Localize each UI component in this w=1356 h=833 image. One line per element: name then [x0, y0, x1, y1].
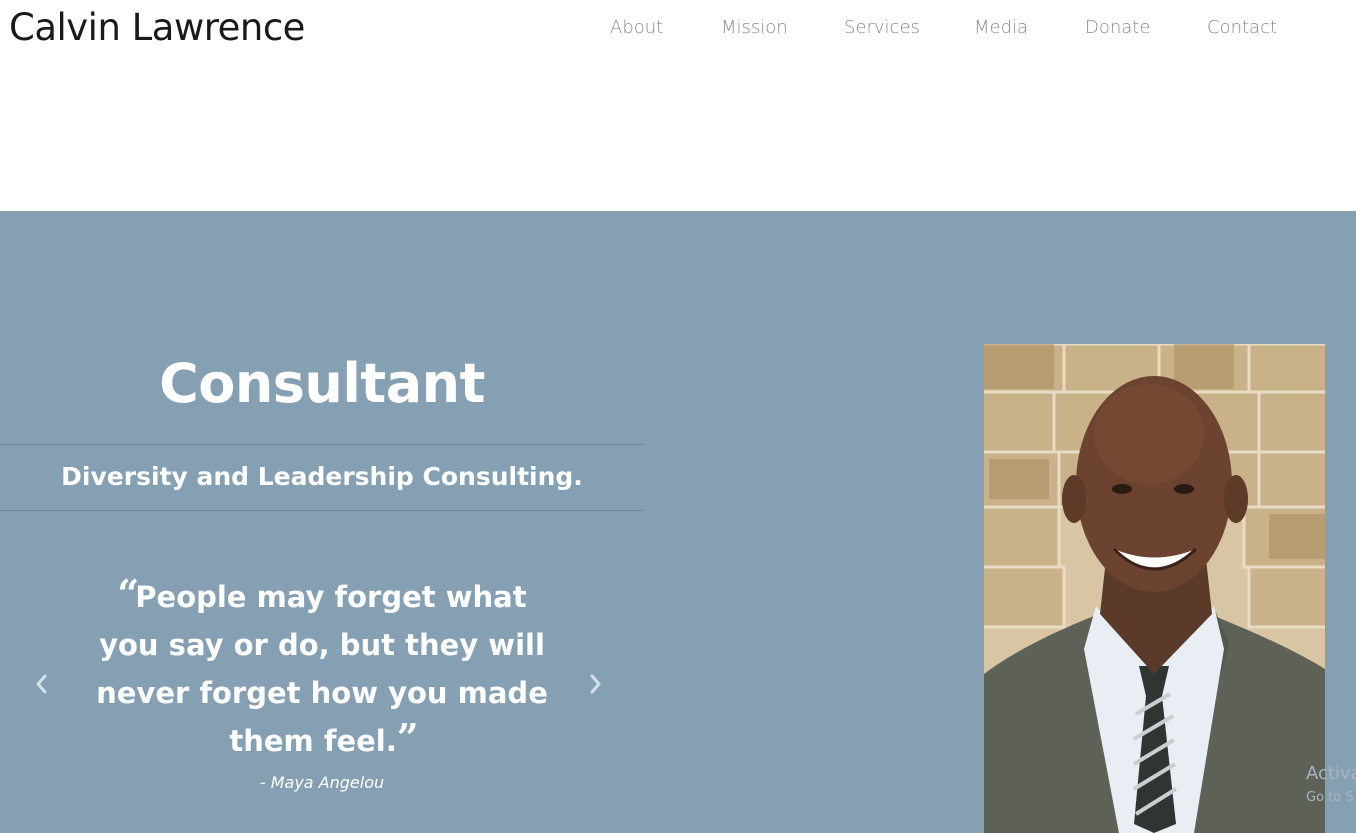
nav-link-about[interactable]: About	[610, 14, 663, 42]
nav-link-donate[interactable]: Donate	[1085, 14, 1150, 42]
close-quote-mark: ”	[396, 715, 419, 760]
nav-link-mission[interactable]: Mission	[721, 14, 788, 42]
chevron-right-icon	[590, 674, 601, 694]
site-header: Calvin Lawrence About Mission Services M…	[0, 0, 1356, 211]
hero-section: Consultant Diversity and Leadership Cons…	[0, 211, 1356, 833]
nav-link-services[interactable]: Services	[844, 14, 920, 42]
testimonial-quote: “People may forget what you say or do, b…	[84, 573, 560, 765]
nav-link-contact[interactable]: Contact	[1207, 14, 1277, 42]
hero-title: Consultant	[159, 352, 485, 415]
chevron-left-icon	[36, 674, 47, 694]
portrait-image	[984, 344, 1325, 833]
divider-bottom	[0, 510, 644, 511]
quote-author: - Maya Angelou	[259, 773, 385, 792]
nav-link-media[interactable]: Media	[974, 14, 1028, 42]
main-nav: About Mission Services Media Donate Cont…	[0, 14, 1356, 44]
quote-text: People may forget what you say or do, bu…	[96, 580, 548, 758]
portrait-photo	[984, 344, 1325, 833]
carousel-next-button[interactable]	[583, 669, 607, 699]
open-quote-mark: “	[117, 571, 139, 616]
divider-top	[0, 444, 644, 445]
windows-activation-subtext: Go to S	[1306, 790, 1354, 805]
carousel-prev-button[interactable]	[30, 669, 54, 699]
hero-subtitle: Diversity and Leadership Consulting.	[61, 462, 583, 491]
windows-activation-watermark: Activa	[1306, 763, 1356, 784]
